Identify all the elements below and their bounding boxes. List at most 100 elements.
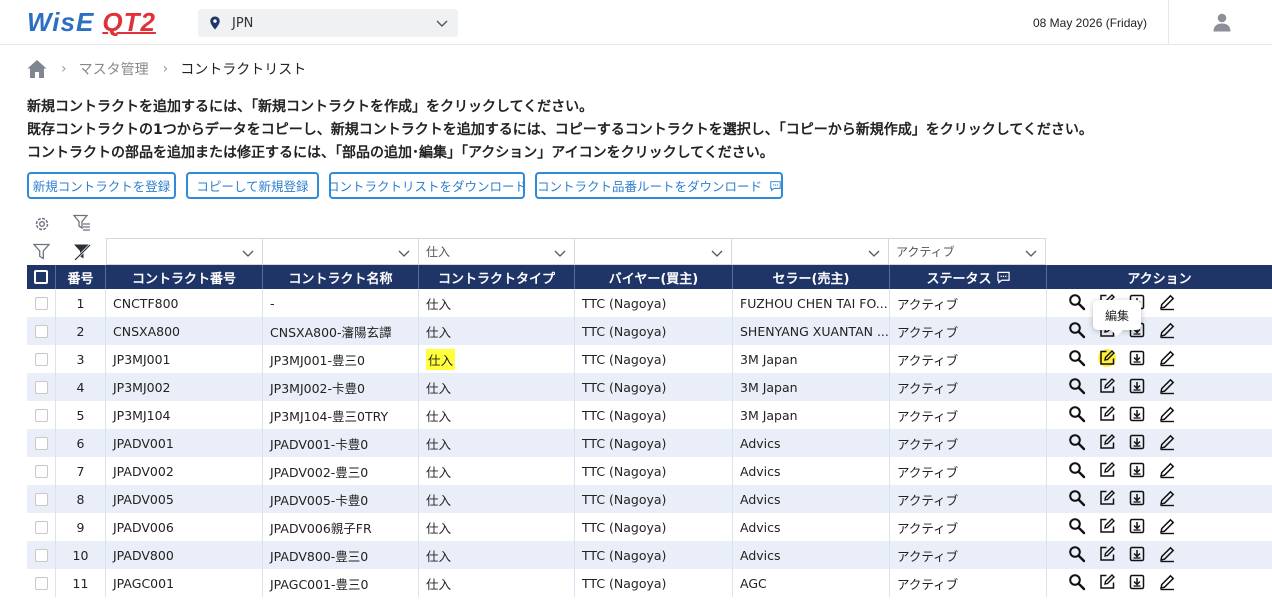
settings-gear-icon[interactable]: [33, 215, 51, 233]
row-checkbox[interactable]: [34, 436, 48, 450]
header-contract-name[interactable]: コントラクト名称: [263, 265, 419, 289]
table-row[interactable]: 7 JPADV002 JPADV002-豊三0 仕入 TTC (Nagoya) Advic…: [27, 457, 1272, 485]
view-icon[interactable]: [1068, 517, 1086, 535]
edit-icon[interactable]: [1098, 349, 1116, 367]
edit-icon[interactable]: [1098, 377, 1116, 395]
download-icon[interactable]: [1128, 461, 1146, 479]
download-icon[interactable]: [1128, 377, 1146, 395]
table-row[interactable]: 1 CNCTF800 - 仕入 TTC (Nagoya) FUZHOU CHEN TAI …: [27, 289, 1272, 317]
row-checkbox[interactable]: [34, 520, 48, 534]
edit-icon[interactable]: [1098, 573, 1116, 591]
edit-parts-icon[interactable]: [1158, 573, 1176, 591]
cell-seller: 3M Japan: [733, 401, 890, 429]
table-row[interactable]: 10 JPADV800 JPADV800-豊三0 仕入 TTC (Nagoya) Advi…: [27, 541, 1272, 569]
row-checkbox[interactable]: [34, 576, 48, 590]
edit-parts-icon[interactable]: [1158, 461, 1176, 479]
edit-parts-icon[interactable]: [1158, 405, 1176, 423]
edit-parts-icon[interactable]: [1158, 433, 1176, 451]
filter-buyer[interactable]: [574, 238, 732, 265]
edit-parts-icon[interactable]: [1158, 545, 1176, 563]
cell-no: 4: [56, 373, 106, 401]
view-icon[interactable]: [1068, 321, 1086, 339]
clear-filter-icon[interactable]: [73, 243, 91, 261]
header-select-all[interactable]: [27, 265, 56, 289]
download-parts-route-button[interactable]: コントラクト品番ルートをダウンロード: [535, 172, 783, 199]
row-checkbox[interactable]: [34, 548, 48, 562]
copy-register-button[interactable]: コピーして新規登録: [186, 172, 319, 199]
row-checkbox[interactable]: [34, 464, 48, 478]
edit-icon[interactable]: [1098, 433, 1116, 451]
header-seller[interactable]: セラー(売主): [733, 265, 890, 289]
table-row[interactable]: 5 JP3MJ104 JP3MJ104-豊三0TRY 仕入 TTC (Nagoya) 3M…: [27, 401, 1272, 429]
region-selector[interactable]: JPN: [198, 9, 458, 37]
edit-icon[interactable]: [1098, 517, 1116, 535]
table-row[interactable]: 2 CNSXA800 CNSXA800-瀋陽玄譚 仕入 TTC (Nagoya) SHEN…: [27, 317, 1272, 345]
edit-parts-icon[interactable]: [1158, 489, 1176, 507]
edit-icon[interactable]: [1098, 405, 1116, 423]
download-icon[interactable]: [1128, 349, 1146, 367]
edit-parts-icon[interactable]: [1158, 377, 1176, 395]
cell-status-text: アクティブ: [897, 380, 959, 396]
table-row[interactable]: 8 JPADV005 JPADV005-卡豊0 仕入 TTC (Nagoya) Advic…: [27, 485, 1272, 513]
header-no[interactable]: 番号: [56, 265, 106, 289]
view-icon[interactable]: [1068, 433, 1086, 451]
view-icon[interactable]: [1068, 405, 1086, 423]
row-checkbox[interactable]: [34, 380, 48, 394]
download-icon[interactable]: [1128, 489, 1146, 507]
header-status[interactable]: ステータス: [890, 265, 1047, 289]
select-all-checkbox[interactable]: [34, 270, 48, 284]
cell-select: [27, 345, 56, 373]
download-icon[interactable]: [1128, 517, 1146, 535]
cell-contract-name: JPADV005-卡豊0: [263, 485, 419, 513]
view-icon[interactable]: [1068, 489, 1086, 507]
app-logo[interactable]: WisE QT2: [27, 7, 156, 37]
chevron-down-icon: [398, 250, 410, 257]
edit-tooltip: 編集: [1093, 300, 1141, 336]
row-checkbox[interactable]: [34, 296, 48, 310]
table-row[interactable]: 3 JP3MJ001 JP3MJ001-豊三0 仕入 TTC (Nagoya) 3M Ja…: [27, 345, 1272, 373]
table-row[interactable]: 11 JPAGC001 JPAGC001-豊三0 仕入 TTC (Nagoya) AGC ア…: [27, 569, 1272, 597]
filter-status[interactable]: アクティブ: [888, 238, 1046, 265]
edit-parts-icon[interactable]: [1158, 349, 1176, 367]
user-avatar-icon[interactable]: [1212, 12, 1232, 32]
view-icon[interactable]: [1068, 293, 1086, 311]
edit-icon[interactable]: [1098, 461, 1116, 479]
edit-icon[interactable]: [1098, 545, 1116, 563]
table-row[interactable]: 4 JP3MJ002 JP3MJ002-卡豊0 仕入 TTC (Nagoya) 3M Ja…: [27, 373, 1272, 401]
cell-buyer-text: TTC (Nagoya): [582, 351, 667, 367]
breadcrumb-master[interactable]: マスタ管理: [79, 59, 149, 79]
header-action: アクション: [1127, 271, 1192, 287]
filter-contract-name[interactable]: [262, 238, 419, 265]
row-checkbox[interactable]: [34, 492, 48, 506]
row-checkbox[interactable]: [34, 408, 48, 422]
filter-list-icon[interactable]: [73, 214, 91, 232]
filter-contract-no[interactable]: [106, 238, 263, 265]
download-icon[interactable]: [1128, 405, 1146, 423]
view-icon[interactable]: [1068, 461, 1086, 479]
header-buyer[interactable]: バイヤー(買主): [575, 265, 733, 289]
home-icon[interactable]: [27, 59, 47, 79]
edit-icon[interactable]: [1098, 489, 1116, 507]
view-icon[interactable]: [1068, 349, 1086, 367]
download-icon[interactable]: [1128, 433, 1146, 451]
header-contract-no[interactable]: コントラクト番号: [106, 265, 263, 289]
cell-contract-name-text: JP3MJ002-卡豊0: [270, 380, 365, 396]
table-row[interactable]: 6 JPADV001 JPADV001-卡豊0 仕入 TTC (Nagoya) Advic…: [27, 429, 1272, 457]
filter-icon[interactable]: [33, 243, 50, 260]
view-icon[interactable]: [1068, 377, 1086, 395]
row-checkbox[interactable]: [34, 352, 48, 366]
edit-parts-icon[interactable]: [1158, 517, 1176, 535]
view-icon[interactable]: [1068, 573, 1086, 591]
header-contract-type[interactable]: コントラクトタイプ: [419, 265, 575, 289]
view-icon[interactable]: [1068, 545, 1086, 563]
edit-parts-icon[interactable]: [1158, 321, 1176, 339]
edit-parts-icon[interactable]: [1158, 293, 1176, 311]
download-list-button[interactable]: コントラクトリストをダウンロード: [327, 172, 527, 199]
filter-seller[interactable]: [731, 238, 889, 265]
download-icon[interactable]: [1128, 545, 1146, 563]
download-icon[interactable]: [1128, 573, 1146, 591]
register-contract-button[interactable]: 新規コントラクトを登録: [27, 172, 176, 199]
table-row[interactable]: 9 JPADV006 JPADV006親子FR 仕入 TTC (Nagoya) Advic…: [27, 513, 1272, 541]
filter-contract-type[interactable]: 仕入: [418, 238, 575, 265]
row-checkbox[interactable]: [34, 324, 48, 338]
